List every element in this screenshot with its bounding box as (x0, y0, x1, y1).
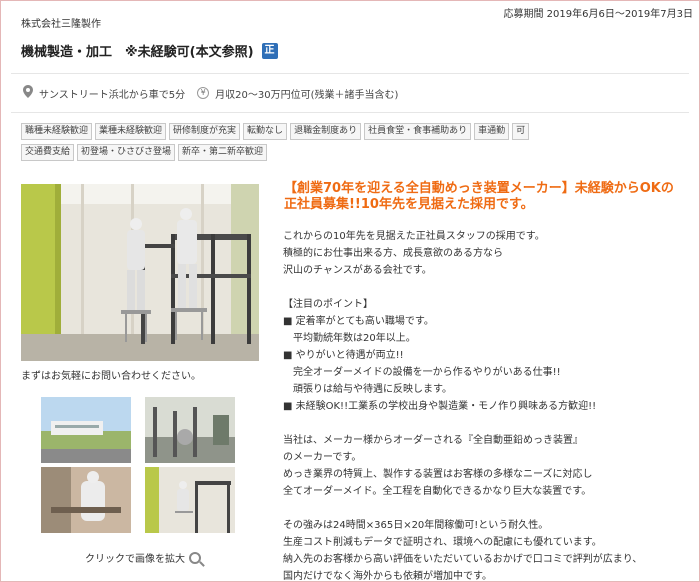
tag: 社員食堂・食事補助あり (364, 123, 472, 140)
article-headline: 【創業70年を迎える全自動めっき装置メーカー】未経験からOKの正社員募集!!10… (284, 181, 674, 212)
job-meta: サンストリート浜北から車で5分 ¥ 月収20～30万円位可(残業＋諸手当含む) (23, 85, 398, 101)
job-title[interactable]: 機械製造・加工 ※未経験可(本文参照) 正 (21, 41, 278, 60)
body-line: 当社は、メーカー様からオーダーされる『全自動亜鉛めっき装置』 (283, 435, 583, 446)
photo-caption: まずはお気軽にお問い合わせください。 (21, 371, 201, 382)
main-photo[interactable] (21, 184, 259, 361)
tag: 車通勤 (474, 123, 510, 140)
body-line: 沢山のチャンスがある会社です。 (283, 265, 432, 276)
body-line: 積極的にお仕事出来る方、成長意欲のある方なら (283, 248, 503, 259)
body-line: 頑張りは給与や待遇に反映します。 (283, 384, 452, 395)
magnifier-icon (189, 551, 201, 564)
body-line: のメーカーです。 (283, 452, 362, 463)
salary-text: 月収20～30万円位可(残業＋諸手当含む) (215, 89, 399, 101)
tag: 職種未経験歓迎 (21, 123, 93, 140)
location-text: サンストリート浜北から車で5分 (39, 89, 186, 101)
thumbnail-2[interactable] (145, 397, 235, 463)
body-line (283, 500, 693, 517)
thumbnail-3[interactable] (41, 467, 131, 533)
body-line (283, 415, 693, 432)
body-line: 国内だけでなく海外からも依頼が増加中です。 (283, 571, 492, 582)
tag: 交通費支給 (21, 144, 75, 161)
tag: 研修制度が充実 (169, 123, 241, 140)
tag: 退職金制度あり (290, 123, 362, 140)
article-body: これからの10年先を見据えた正社員スタッフの採用です。 積極的にお仕事出来る方、… (283, 228, 693, 582)
thumbnail-1[interactable] (41, 397, 131, 463)
body-line: 平均勤続年数は20年以上。 (283, 333, 416, 344)
body-line: 生産コスト削減もデータで証明され、環境への配慮にも優れています。 (283, 537, 602, 548)
body-line: めっき業界の特質上、製作する装置はお客様の多様なニーズに対応し (283, 469, 593, 480)
feature-tags: 職種未経験歓迎 業種未経験歓迎 研修制度が充実 転勤なし 退職金制度あり 社員食堂・食事補… (21, 123, 541, 165)
zoom-label: クリックで画像を拡大 (85, 554, 185, 565)
divider (11, 112, 689, 113)
job-title-text: 機械製造・加工 ※未経験可(本文参照) (21, 45, 254, 60)
body-line: 納入先のお客様から高い評価をいただいているおかげで口コミで評判が広まり、 (283, 554, 643, 565)
tag: 初登場・ひさびさ登場 (77, 144, 176, 161)
body-line: これからの10年先を見据えた正社員スタッフの採用です。 (283, 231, 545, 242)
job-listing-card: 応募期間 2019年6月6日～2019年7月3日 株式会社三隆製作 機械製造・加… (0, 0, 700, 582)
tag: 新卒・第二新卒歓迎 (178, 144, 268, 161)
zoom-link[interactable]: クリックで画像を拡大 (85, 550, 201, 565)
tag: 転勤なし (243, 123, 288, 140)
company-name[interactable]: 株式会社三隆製作 (21, 15, 101, 30)
map-pin-icon (23, 85, 33, 101)
body-line (283, 279, 693, 296)
divider (11, 73, 689, 74)
body-line: その強みは24時間×365日×20年間稼働可!という耐久性。 (283, 520, 549, 531)
tag: 業種未経験歓迎 (95, 123, 167, 140)
thumbnail-4[interactable] (145, 467, 235, 533)
body-line: 完全オーダーメイドの設備を一から作るやりがいある仕事!! (283, 367, 561, 378)
body-line: ■ 未経験OK!!工業系の学校出身や製造業・モノ作り興味ある方歓迎!! (283, 401, 597, 412)
body-line: ■ やりがいと待遇が両立!! (283, 350, 404, 361)
application-period: 応募期間 2019年6月6日～2019年7月3日 (503, 9, 693, 20)
tag: 可 (512, 123, 530, 140)
employment-type-badge: 正 (261, 42, 278, 59)
body-line: 全てオーダーメイド。全工程を自動化できるかなり巨大な装置です。 (283, 486, 592, 497)
body-line: ■ 定着率がとても高い職場です。 (283, 316, 434, 327)
yen-icon: ¥ (197, 87, 210, 99)
body-line: 【注目のポイント】 (283, 299, 373, 310)
